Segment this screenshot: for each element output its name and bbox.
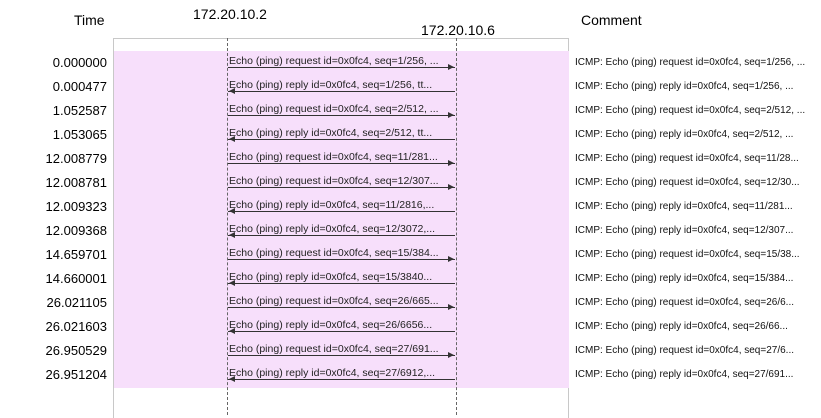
- packet-comment[interactable]: ICMP: Echo (ping) reply id=0x0fc4, seq=1…: [575, 81, 821, 92]
- flow-label: Echo (ping) reply id=0x0fc4, seq=27/6912…: [229, 367, 436, 379]
- packet-comment[interactable]: ICMP: Echo (ping) reply id=0x0fc4, seq=1…: [575, 273, 821, 284]
- packet-time[interactable]: 14.659701: [0, 247, 107, 262]
- flow-label: Echo (ping) reply id=0x0fc4, seq=1/256, …: [229, 79, 433, 91]
- flow-item[interactable]: Echo (ping) reply id=0x0fc4, seq=15/3840…: [228, 269, 455, 289]
- packet-time[interactable]: 12.008781: [0, 175, 107, 190]
- reply-arrow: [228, 280, 455, 286]
- reply-arrow: [228, 328, 455, 334]
- flow-label: Echo (ping) request id=0x0fc4, seq=15/38…: [229, 247, 439, 259]
- flow-item[interactable]: Echo (ping) request id=0x0fc4, seq=26/66…: [228, 293, 455, 313]
- request-arrow: [228, 304, 455, 310]
- flow-item[interactable]: Echo (ping) request id=0x0fc4, seq=1/256…: [228, 53, 455, 73]
- reply-arrow: [228, 376, 455, 382]
- packet-time[interactable]: 0.000000: [0, 55, 107, 70]
- flow-item[interactable]: Echo (ping) reply id=0x0fc4, seq=2/512, …: [228, 125, 455, 145]
- flow-label: Echo (ping) request id=0x0fc4, seq=1/256…: [229, 55, 439, 67]
- packet-time[interactable]: 0.000477: [0, 79, 107, 94]
- flow-item[interactable]: Echo (ping) reply id=0x0fc4, seq=26/6656…: [228, 317, 455, 337]
- packet-time[interactable]: 12.008779: [0, 151, 107, 166]
- packet-time[interactable]: 26.951204: [0, 367, 107, 382]
- packet-comment[interactable]: ICMP: Echo (ping) request id=0x0fc4, seq…: [575, 297, 821, 308]
- flow-item[interactable]: Echo (ping) request id=0x0fc4, seq=12/30…: [228, 173, 455, 193]
- flow-item[interactable]: Echo (ping) reply id=0x0fc4, seq=1/256, …: [228, 77, 455, 97]
- packet-comment[interactable]: ICMP: Echo (ping) reply id=0x0fc4, seq=1…: [575, 201, 821, 212]
- packet-time[interactable]: 1.053065: [0, 127, 107, 142]
- host-a-header: 172.20.10.2: [193, 6, 267, 22]
- flow-label: Echo (ping) reply id=0x0fc4, seq=15/3840…: [229, 271, 433, 283]
- flow-label: Echo (ping) request id=0x0fc4, seq=26/66…: [229, 295, 439, 307]
- request-arrow: [228, 112, 455, 118]
- flow-item[interactable]: Echo (ping) reply id=0x0fc4, seq=27/6912…: [228, 365, 455, 385]
- flow-item[interactable]: Echo (ping) request id=0x0fc4, seq=11/28…: [228, 149, 455, 169]
- packet-time[interactable]: 12.009368: [0, 223, 107, 238]
- reply-arrow: [228, 232, 455, 238]
- packet-comment[interactable]: ICMP: Echo (ping) reply id=0x0fc4, seq=1…: [575, 225, 821, 236]
- flow-label: Echo (ping) reply id=0x0fc4, seq=12/3072…: [229, 223, 436, 235]
- request-arrow: [228, 256, 455, 262]
- flow-label: Echo (ping) request id=0x0fc4, seq=27/69…: [229, 343, 439, 355]
- host-b-lifeline: [456, 38, 457, 415]
- packet-time[interactable]: 12.009323: [0, 199, 107, 214]
- packet-comment[interactable]: ICMP: Echo (ping) request id=0x0fc4, seq…: [575, 105, 821, 116]
- flow-item[interactable]: Echo (ping) reply id=0x0fc4, seq=12/3072…: [228, 221, 455, 241]
- reply-arrow: [228, 208, 455, 214]
- request-arrow: [228, 184, 455, 190]
- packet-time[interactable]: 26.950529: [0, 343, 107, 358]
- flow-label: Echo (ping) reply id=0x0fc4, seq=26/6656…: [229, 319, 433, 331]
- request-arrow: [228, 160, 455, 166]
- flow-item[interactable]: Echo (ping) request id=0x0fc4, seq=15/38…: [228, 245, 455, 265]
- flow-label: Echo (ping) request id=0x0fc4, seq=12/30…: [229, 175, 439, 187]
- request-arrow: [228, 64, 455, 70]
- comment-column-header: Comment: [581, 12, 642, 28]
- host-b-header: 172.20.10.6: [421, 22, 495, 38]
- flow-label: Echo (ping) request id=0x0fc4, seq=11/28…: [229, 151, 438, 163]
- flow-label: Echo (ping) request id=0x0fc4, seq=2/512…: [229, 103, 439, 115]
- flow-item[interactable]: Echo (ping) request id=0x0fc4, seq=2/512…: [228, 101, 455, 121]
- packet-comment[interactable]: ICMP: Echo (ping) reply id=0x0fc4, seq=2…: [575, 129, 821, 140]
- reply-arrow: [228, 136, 455, 142]
- packet-time[interactable]: 26.021105: [0, 295, 108, 310]
- flow-item[interactable]: Echo (ping) reply id=0x0fc4, seq=11/2816…: [228, 197, 455, 217]
- packet-comment[interactable]: ICMP: Echo (ping) request id=0x0fc4, seq…: [575, 153, 821, 164]
- request-arrow: [228, 352, 455, 358]
- flow-item[interactable]: Echo (ping) request id=0x0fc4, seq=27/69…: [228, 341, 455, 361]
- packet-comment[interactable]: ICMP: Echo (ping) request id=0x0fc4, seq…: [575, 345, 821, 356]
- packet-time[interactable]: 1.052587: [0, 103, 107, 118]
- flow-label: Echo (ping) reply id=0x0fc4, seq=11/2816…: [229, 199, 435, 211]
- flow-label: Echo (ping) reply id=0x0fc4, seq=2/512, …: [229, 127, 433, 139]
- packet-comment[interactable]: ICMP: Echo (ping) request id=0x0fc4, seq…: [575, 177, 821, 188]
- packet-time[interactable]: 14.660001: [0, 271, 107, 286]
- packet-time[interactable]: 26.021603: [0, 319, 107, 334]
- packet-comment[interactable]: ICMP: Echo (ping) reply id=0x0fc4, seq=2…: [575, 369, 821, 380]
- packet-comment[interactable]: ICMP: Echo (ping) request id=0x0fc4, seq…: [575, 249, 821, 260]
- reply-arrow: [228, 88, 455, 94]
- packet-comment[interactable]: ICMP: Echo (ping) request id=0x0fc4, seq…: [575, 57, 821, 68]
- time-column-header: Time: [74, 12, 105, 28]
- packet-comment[interactable]: ICMP: Echo (ping) reply id=0x0fc4, seq=2…: [575, 321, 821, 332]
